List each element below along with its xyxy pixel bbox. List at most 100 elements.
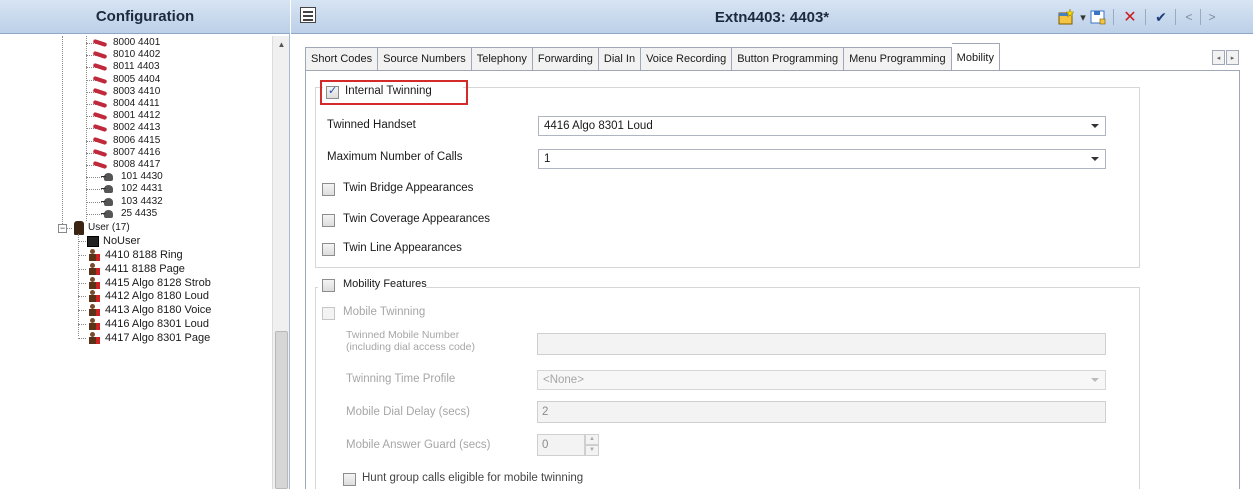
hunt-group-checkbox[interactable] bbox=[343, 473, 356, 486]
editor-title: Extn4403: 4403* bbox=[714, 8, 830, 26]
tree-item-extension[interactable]: 8005 4404 bbox=[93, 74, 160, 86]
editor-tabs: Short Codes Source Numbers Telephony Forwar… bbox=[305, 43, 1000, 71]
tree-item-label: 4412 Algo 8180 Loud bbox=[105, 290, 209, 303]
user-icon bbox=[87, 276, 101, 289]
tree-item-extension[interactable]: 102 4431 bbox=[101, 183, 163, 195]
tree-scrollbar[interactable]: ▲ bbox=[272, 36, 289, 489]
twin-line-checkbox[interactable] bbox=[322, 243, 335, 256]
scroll-thumb[interactable] bbox=[275, 331, 288, 489]
tab-scroll-left-icon[interactable]: ◂ bbox=[1212, 50, 1225, 65]
spin-up-icon[interactable]: ▲ bbox=[585, 434, 599, 445]
tree-item-extension[interactable]: 8004 4411 bbox=[93, 98, 160, 110]
collapse-icon[interactable]: − bbox=[58, 224, 67, 233]
tab-voice-recording[interactable]: Voice Recording bbox=[641, 47, 733, 71]
user-icon bbox=[87, 262, 101, 275]
tree-item-extension[interactable]: 101 4430 bbox=[101, 171, 163, 183]
ok-checkmark-icon[interactable]: ✔ bbox=[1152, 7, 1170, 27]
tree-item-extension[interactable]: 8006 4415 bbox=[93, 135, 160, 147]
tree-item-extension[interactable]: 25 4435 bbox=[101, 208, 157, 220]
internal-twinning-checkbox[interactable] bbox=[326, 84, 339, 99]
twinned-mobile-number-input[interactable] bbox=[537, 333, 1106, 355]
mobile-twinning-checkbox[interactable] bbox=[322, 307, 335, 320]
tree-item-label: 25 4435 bbox=[121, 207, 158, 219]
tree-item-user[interactable]: 4410 8188 Ring bbox=[87, 249, 183, 261]
twinned-handset-select[interactable]: 4416 Algo 8301 Loud bbox=[538, 116, 1106, 136]
tab-scroll-right-icon[interactable]: ▸ bbox=[1226, 50, 1239, 65]
mobility-tab-content: Internal Twinning Twinned Handset 4416 A… bbox=[305, 70, 1240, 489]
tab-telephony[interactable]: Telephony bbox=[471, 47, 533, 71]
tree-item-user[interactable]: 4413 Algo 8180 Voice bbox=[87, 304, 211, 317]
tree-item-label: 8008 4417 bbox=[113, 159, 161, 170]
tree-item-extension[interactable]: 8000 4401 bbox=[93, 37, 160, 49]
tree-item-user[interactable]: 4415 Algo 8128 Strob bbox=[87, 276, 211, 289]
twin-coverage-checkbox[interactable] bbox=[322, 214, 335, 227]
tab-forwarding[interactable]: Forwarding bbox=[532, 47, 599, 71]
twinned-mobile-number-label-line1: Twinned Mobile Number bbox=[346, 329, 460, 341]
tree-item-label: 8000 4401 bbox=[113, 37, 161, 48]
tree-item-extension[interactable]: 8007 4416 bbox=[93, 147, 160, 159]
tree-item-label: 4410 8188 Ring bbox=[105, 249, 183, 261]
mobile-dial-delay-input[interactable]: 2 bbox=[537, 401, 1106, 423]
spin-down-icon[interactable]: ▼ bbox=[585, 445, 599, 456]
twinning-time-profile-select[interactable]: <None> bbox=[537, 370, 1106, 390]
configuration-panel: Configuration 8000 4401 8010 4402 8011 440… bbox=[0, 0, 290, 489]
tree-item-extension[interactable]: 8003 4410 bbox=[93, 86, 160, 98]
tree-item-user[interactable]: 4412 Algo 8180 Loud bbox=[87, 290, 209, 303]
scroll-up-arrow-icon[interactable]: ▲ bbox=[273, 36, 290, 53]
extension-icon bbox=[93, 100, 109, 108]
tree-item-user-group[interactable]: User (17) bbox=[74, 221, 130, 235]
user-icon bbox=[87, 331, 101, 344]
tree-item-extension[interactable]: 103 4432 bbox=[101, 196, 163, 208]
next-icon[interactable]: > bbox=[1205, 7, 1219, 27]
tree-item-user[interactable]: NoUser bbox=[87, 235, 140, 247]
mobile-twinning-label: Mobile Twinning bbox=[343, 306, 426, 318]
tree-item-user[interactable]: 4416 Algo 8301 Loud bbox=[87, 318, 209, 330]
extension-icon bbox=[93, 124, 109, 132]
tab-dial-in[interactable]: Dial In bbox=[598, 47, 642, 71]
mobility-features-checkbox[interactable] bbox=[322, 279, 335, 292]
tree-item-label: 8005 4404 bbox=[113, 73, 161, 85]
new-dropdown-arrow-icon[interactable]: ▾ bbox=[1078, 7, 1088, 27]
tree-item-user[interactable]: 4411 8188 Page bbox=[87, 262, 185, 275]
mobile-answer-guard-label: Mobile Answer Guard (secs) bbox=[346, 439, 491, 451]
configuration-tree: 8000 4401 8010 4402 8011 4403 8005 4404 8003… bbox=[0, 36, 272, 489]
extension-editor: Extn4403: 4403* ▾ ✕ ✔ < > Internal Twinn… bbox=[291, 0, 1253, 489]
cancel-icon[interactable]: ✕ bbox=[1121, 7, 1139, 27]
tab-menu-programming[interactable]: Menu Programming bbox=[844, 47, 952, 71]
extension-icon bbox=[93, 63, 109, 71]
twin-coverage-label: Twin Coverage Appearances bbox=[343, 213, 491, 225]
user-icon bbox=[87, 304, 101, 317]
editor-title-bar: Extn4403: 4403* ▾ ✕ ✔ < > bbox=[291, 0, 1253, 34]
analog-phone-icon bbox=[101, 209, 117, 219]
tree-item-extension[interactable]: 8001 4412 bbox=[93, 110, 160, 122]
twin-bridge-checkbox[interactable] bbox=[322, 183, 335, 196]
tree-item-extension[interactable]: 8011 4403 bbox=[93, 61, 160, 73]
tree-item-label: 8006 4415 bbox=[113, 134, 161, 146]
tree-item-label: 8004 4411 bbox=[113, 98, 160, 109]
previous-icon[interactable]: < bbox=[1182, 7, 1196, 27]
new-window-icon[interactable] bbox=[1057, 7, 1077, 27]
tree-item-label: 4417 Algo 8301 Page bbox=[105, 331, 211, 344]
tab-mobility[interactable]: Mobility bbox=[951, 43, 1000, 70]
twin-line-label: Twin Line Appearances bbox=[343, 242, 462, 254]
extension-icon bbox=[93, 137, 109, 145]
tree-item-label: 103 4432 bbox=[121, 195, 163, 207]
internal-twinning-group bbox=[315, 87, 1140, 268]
save-icon[interactable] bbox=[1089, 7, 1107, 27]
tab-source-numbers[interactable]: Source Numbers bbox=[378, 47, 472, 71]
tree-item-extension[interactable]: 8002 4413 bbox=[93, 122, 160, 134]
user-icon bbox=[87, 249, 101, 261]
tree-item-user[interactable]: 4417 Algo 8301 Page bbox=[87, 331, 211, 344]
mobile-answer-guard-input[interactable]: 0 bbox=[537, 434, 585, 456]
extension-icon bbox=[93, 112, 109, 120]
tree-item-label: 4415 Algo 8128 Strob bbox=[105, 276, 211, 289]
configuration-title: Configuration bbox=[95, 8, 195, 25]
twinned-mobile-number-label-line2: (including dial access code) bbox=[346, 341, 475, 353]
tree-item-extension[interactable]: 8008 4417 bbox=[93, 159, 160, 171]
max-calls-select[interactable]: 1 bbox=[538, 149, 1106, 169]
tab-short-codes[interactable]: Short Codes bbox=[305, 47, 379, 71]
user-icon bbox=[87, 318, 101, 330]
tab-button-programming[interactable]: Button Programming bbox=[732, 47, 845, 71]
tree-item-extension[interactable]: 8010 4402 bbox=[93, 49, 160, 61]
twin-bridge-label: Twin Bridge Appearances bbox=[343, 182, 474, 194]
